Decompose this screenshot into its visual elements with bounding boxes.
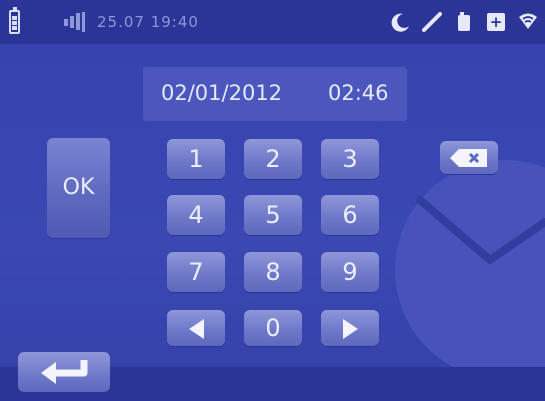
- pen-icon: [421, 11, 443, 33]
- key-8[interactable]: 8: [244, 252, 302, 292]
- wifi-icon: [517, 11, 539, 33]
- key-2[interactable]: 2: [244, 139, 302, 179]
- signal-icon: [64, 12, 85, 32]
- key-9[interactable]: 9: [321, 252, 379, 292]
- key-5[interactable]: 5: [244, 195, 302, 235]
- doorbell-icon: [453, 11, 475, 33]
- battery-icon: [9, 7, 20, 34]
- clock-watermark-icon: [395, 160, 545, 380]
- status-bar: 25.07 19:40 +: [0, 0, 545, 44]
- ok-button[interactable]: OK: [47, 138, 110, 238]
- moon-icon: [389, 11, 411, 33]
- key-4[interactable]: 4: [167, 195, 225, 235]
- return-icon: [41, 360, 88, 384]
- arrow-right-icon: [342, 319, 358, 339]
- key-0[interactable]: 0: [244, 310, 302, 346]
- date-value: 02/01/2012: [161, 81, 283, 105]
- backspace-button[interactable]: [440, 141, 498, 174]
- return-button[interactable]: [18, 352, 110, 392]
- key-1[interactable]: 1: [167, 139, 225, 179]
- set-datetime-screen: 25.07 19:40 + 02/01/2012 02:46 OK 1 2 3 …: [0, 0, 545, 401]
- cursor-left-button[interactable]: [167, 310, 225, 346]
- datetime-display: 02/01/2012 02:46: [143, 67, 407, 121]
- status-icons: +: [389, 7, 539, 37]
- arrow-left-icon: [188, 319, 204, 339]
- plus-icon: +: [485, 11, 507, 33]
- key-3[interactable]: 3: [321, 139, 379, 179]
- status-datetime: 25.07 19:40: [97, 13, 199, 31]
- backspace-icon: [450, 149, 487, 167]
- key-7[interactable]: 7: [167, 252, 225, 292]
- cursor-right-button[interactable]: [321, 310, 379, 346]
- time-value: 02:46: [328, 81, 389, 105]
- key-6[interactable]: 6: [321, 195, 379, 235]
